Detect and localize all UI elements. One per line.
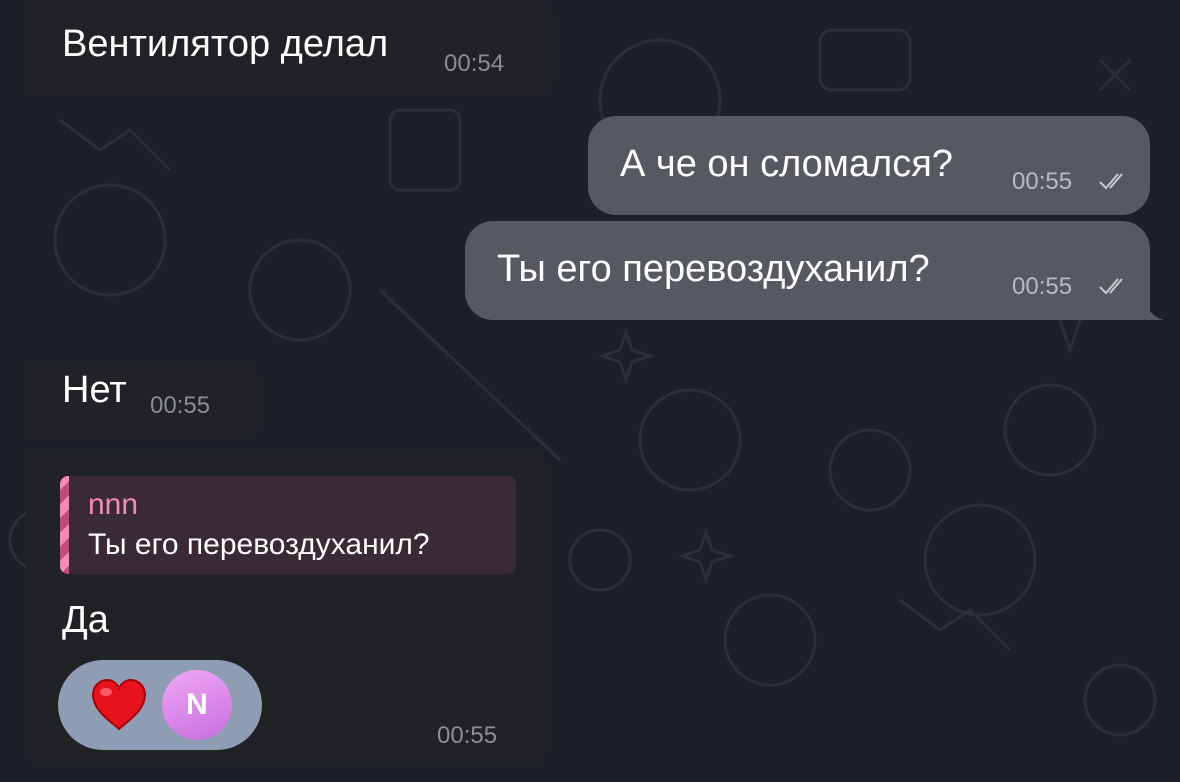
message-time: 00:54 — [444, 50, 505, 77]
message-text: Вентилятор делал — [62, 23, 389, 65]
reply-accent-bar — [60, 476, 69, 574]
message-time: 00:55 — [437, 722, 498, 749]
reply-text: Ты его перевоздуханил? — [88, 528, 430, 561]
message-text: Ты его перевоздуханил? — [497, 248, 930, 290]
message-text: А че он сломался? — [620, 143, 953, 185]
read-checkmarks-icon — [1099, 173, 1123, 190]
reply-author: nnn — [88, 488, 139, 521]
message-text: Да — [62, 599, 109, 641]
bubble-tail — [1146, 302, 1164, 320]
heart-icon — [91, 678, 147, 731]
message-time: 00:55 — [1012, 273, 1073, 300]
reaction-pill[interactable]: N — [58, 660, 262, 750]
outgoing-message[interactable]: А че он сломался? 00:55 — [588, 116, 1150, 215]
incoming-message[interactable]: Нет 00:55 — [26, 362, 260, 440]
message-text: Нет — [62, 369, 127, 411]
reply-quote[interactable]: nnn Ты его перевоздуханил? — [60, 476, 516, 574]
outgoing-message[interactable]: Ты его перевоздуханил? 00:55 — [465, 221, 1150, 320]
message-time: 00:55 — [1012, 168, 1073, 195]
message-time: 00:55 — [150, 392, 211, 419]
incoming-message[interactable]: Вентилятор делал 00:54 — [26, 0, 554, 96]
read-checkmarks-icon — [1099, 278, 1123, 295]
reactor-avatar: N — [162, 670, 232, 740]
